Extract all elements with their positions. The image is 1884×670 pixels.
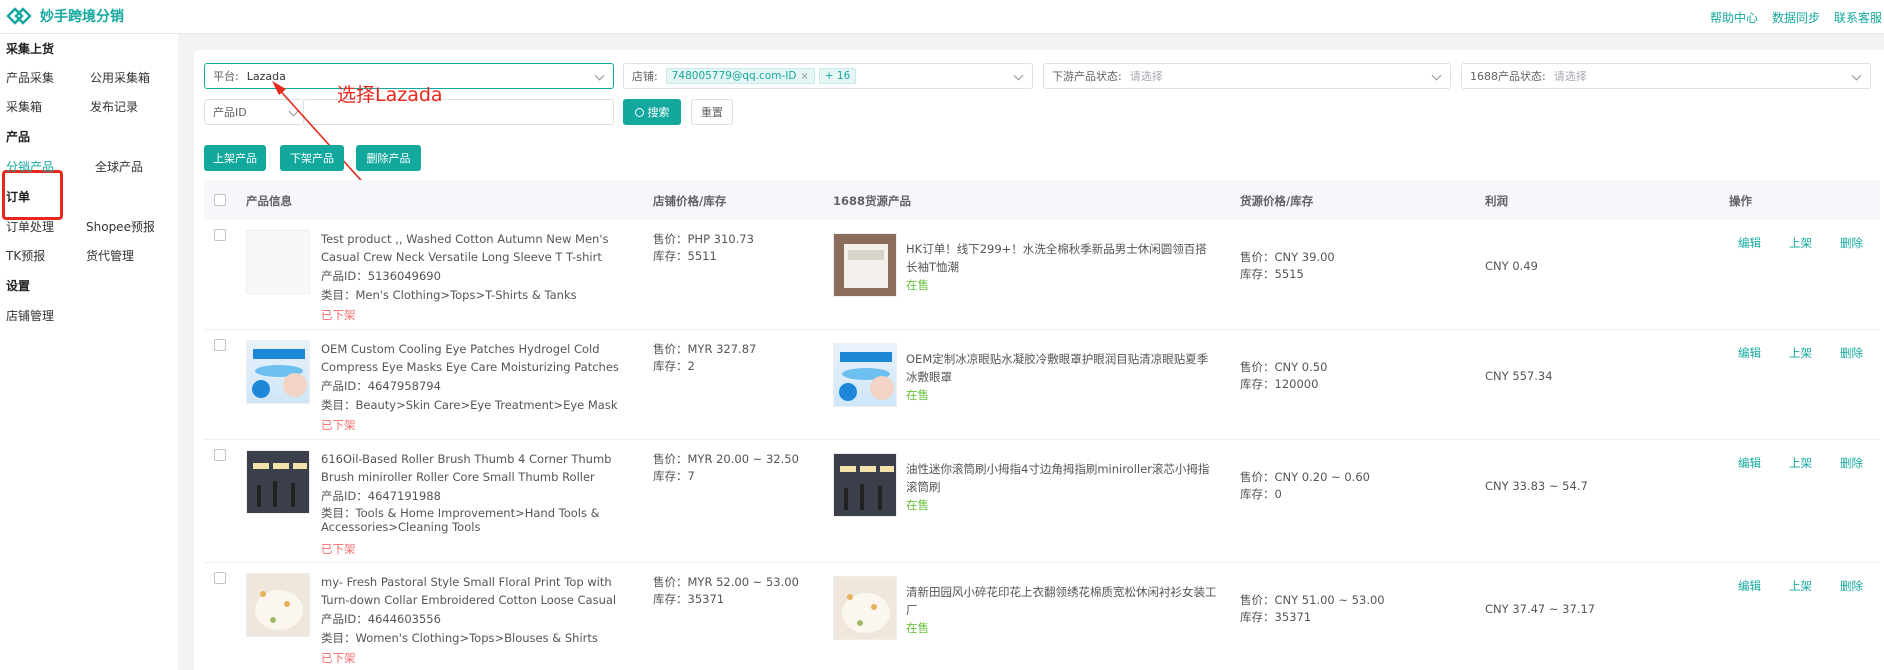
annotation-arrow <box>272 81 396 219</box>
source-status: 在售 <box>906 621 929 635</box>
product-image <box>246 230 310 294</box>
row-divider <box>204 562 1880 563</box>
row-checkbox[interactable] <box>214 229 226 241</box>
product-category: 类目：Women's Clothing>Tops>Blouses & Shirt… <box>321 631 598 645</box>
product-image <box>246 450 310 514</box>
row-checkbox[interactable] <box>214 449 226 461</box>
source-image <box>833 233 897 297</box>
product-title[interactable]: my- Fresh Pastoral Style Small Floral Pr… <box>321 573 631 609</box>
product-id: 产品ID：5136049690 <box>321 269 441 283</box>
source-image <box>833 343 897 407</box>
product-id: 产品ID：4647191988 <box>321 489 441 503</box>
row-divider <box>204 439 1880 440</box>
source-status: 在售 <box>906 388 929 402</box>
row-checkbox[interactable] <box>214 339 226 351</box>
col-profit: 利润 <box>1485 194 1508 208</box>
delete-button[interactable]: 删除 <box>1840 578 1863 594</box>
product-title[interactable]: OEM Custom Cooling Eye Patches Hydrogel … <box>321 340 631 376</box>
profit: CNY 33.83 ~ 54.7 <box>1485 479 1588 493</box>
col-store-price: 店铺价格/库存 <box>653 194 727 208</box>
product-category: 类目：Beauty>Skin Care>Eye Treatment>Eye Ma… <box>321 398 618 412</box>
product-title[interactable]: 616Oil-Based Roller Brush Thumb 4 Corner… <box>321 450 631 486</box>
col-operations: 操作 <box>1729 194 1752 208</box>
row-checkbox[interactable] <box>214 572 226 584</box>
store-stock: 库存：5511 <box>653 249 717 263</box>
select-all-checkbox[interactable] <box>214 194 226 206</box>
source-price: 售价：CNY 51.00 ~ 53.00 <box>1240 593 1385 607</box>
delete-products-button[interactable]: 删除产品 <box>356 145 421 171</box>
source-status: 在售 <box>906 498 929 512</box>
product-image <box>246 340 310 404</box>
product-category: 类目：Tools & Home Improvement>Hand Tools &… <box>321 506 600 534</box>
status-badge: 已下架 <box>321 542 356 556</box>
delist-products-button[interactable]: 下架产品 <box>280 145 344 171</box>
source-title[interactable]: OEM定制冰凉眼贴水凝胶冷敷眼罩护眼润目贴清凉眼贴夏季冰敷眼罩 <box>906 350 1218 386</box>
list-button[interactable]: 上架 <box>1789 345 1812 361</box>
product-image <box>246 573 310 637</box>
store-stock: 库存：2 <box>653 359 695 373</box>
status-badge: 已下架 <box>321 418 356 432</box>
list-button[interactable]: 上架 <box>1789 578 1812 594</box>
list-button[interactable]: 上架 <box>1789 235 1812 251</box>
edit-button[interactable]: 编辑 <box>1738 578 1761 594</box>
list-button[interactable]: 上架 <box>1789 455 1812 471</box>
source-stock: 库存：35371 <box>1240 610 1312 624</box>
profit: CNY 0.49 <box>1485 259 1538 273</box>
store-stock: 库存：35371 <box>653 592 725 606</box>
source-image <box>833 453 897 517</box>
col-product-info: 产品信息 <box>246 194 292 208</box>
status-badge: 已下架 <box>321 651 356 665</box>
delete-button[interactable]: 删除 <box>1840 455 1863 471</box>
source-price: 售价：CNY 0.50 <box>1240 360 1328 374</box>
store-price: 售价：MYR 20.00 ~ 32.50 <box>653 452 799 466</box>
source-stock: 库存：5515 <box>1240 267 1304 281</box>
profit: CNY 557.34 <box>1485 369 1553 383</box>
edit-button[interactable]: 编辑 <box>1738 345 1761 361</box>
source-stock: 库存：120000 <box>1240 377 1319 391</box>
delete-button[interactable]: 删除 <box>1840 235 1863 251</box>
table-header: 产品信息 店铺价格/库存 1688货源产品 货源价格/库存 利润 操作 <box>204 180 1880 220</box>
source-image <box>833 576 897 640</box>
source-title[interactable]: 清新田园风小碎花印花上衣翻领绣花棉质宽松休闲衬衫女装工厂 <box>906 583 1218 619</box>
row-divider <box>204 329 1880 330</box>
col-1688-source: 1688货源产品 <box>833 194 912 208</box>
profit: CNY 37.47 ~ 37.17 <box>1485 602 1596 616</box>
product-id: 产品ID：4647958794 <box>321 379 441 393</box>
source-status: 在售 <box>906 278 929 292</box>
product-title[interactable]: Test product ,, Washed Cotton Autumn New… <box>321 230 631 266</box>
edit-button[interactable]: 编辑 <box>1738 235 1761 251</box>
list-products-button[interactable]: 上架产品 <box>204 145 266 171</box>
product-id: 产品ID：4644603556 <box>321 612 441 626</box>
edit-button[interactable]: 编辑 <box>1738 455 1761 471</box>
store-stock: 库存：7 <box>653 469 695 483</box>
store-price: 售价：MYR 52.00 ~ 53.00 <box>653 575 799 589</box>
store-price: 售价：PHP 310.73 <box>653 232 754 246</box>
status-badge: 已下架 <box>321 308 356 322</box>
source-price: 售价：CNY 39.00 <box>1240 250 1335 264</box>
source-title[interactable]: 油性迷你滚筒刷小拇指4寸边角拇指刷miniroller滚芯小拇指滚筒刷 <box>906 460 1218 496</box>
store-price: 售价：MYR 327.87 <box>653 342 757 356</box>
source-price: 售价：CNY 0.20 ~ 0.60 <box>1240 470 1370 484</box>
source-stock: 库存：0 <box>1240 487 1282 501</box>
source-title[interactable]: HK订单！线下299+！水洗全棉秋季新品男士休闲圆领百搭长袖T恤潮 <box>906 240 1218 276</box>
delete-button[interactable]: 删除 <box>1840 345 1863 361</box>
col-source-price: 货源价格/库存 <box>1240 194 1314 208</box>
product-category: 类目：Men's Clothing>Tops>T-Shirts & Tanks <box>321 288 577 302</box>
